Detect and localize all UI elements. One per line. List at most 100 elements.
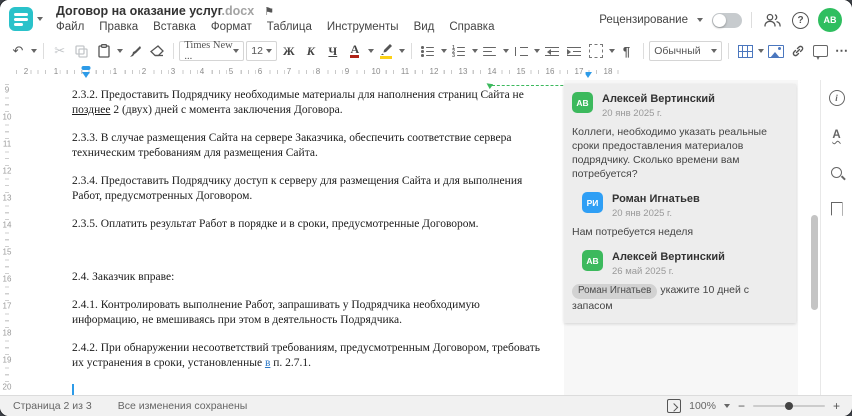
line-spacing-caret-icon[interactable] xyxy=(533,49,540,53)
highlight-caret-icon[interactable] xyxy=(398,49,405,53)
text-segment: 2.4.2. При обнаружении несоответствий тр… xyxy=(72,342,540,354)
menu-format[interactable]: Формат xyxy=(211,21,252,33)
vertical-ruler[interactable]: 9 10 11 12 13 14 15 16 17 18 19 20 xyxy=(0,80,14,396)
cut-button[interactable]: ✂ xyxy=(50,41,70,61)
line-spacing-icon xyxy=(514,46,528,57)
ruler-number: 15 xyxy=(514,67,528,76)
document-text[interactable]: 2.3.2. Предоставить Подрядчику необходим… xyxy=(72,88,542,404)
help-icon[interactable]: ? xyxy=(792,11,809,29)
underline-button[interactable]: Ч xyxy=(323,41,343,61)
copy-button[interactable] xyxy=(72,41,92,61)
flag-icon[interactable]: ⚑ xyxy=(264,6,274,18)
comment-reply[interactable]: АВ Алексей Вертинский 26 май 2025 г. Роман … xyxy=(572,250,788,313)
menu-file[interactable]: Файл xyxy=(56,21,84,33)
scrollbar-thumb[interactable] xyxy=(811,215,818,310)
menu-tools[interactable]: Инструменты xyxy=(327,21,399,33)
comment-author: Алексей Вертинский xyxy=(602,93,715,105)
search-icon[interactable] xyxy=(827,162,847,182)
highlight-color-button[interactable] xyxy=(376,41,396,61)
align-caret-icon[interactable] xyxy=(502,49,509,53)
numbered-list-button[interactable]: 123 xyxy=(449,41,469,61)
text-segment: 2.3.5. Оплатить результат Работ в порядк… xyxy=(72,218,479,230)
insert-table-caret-icon[interactable] xyxy=(758,49,764,53)
zoom-caret-icon[interactable] xyxy=(723,404,730,408)
ruler-number: 1 xyxy=(51,67,61,76)
bullet-list-icon xyxy=(421,46,435,57)
menu-edit[interactable]: Правка xyxy=(99,21,138,33)
decrease-indent-button[interactable] xyxy=(542,41,562,61)
italic-button[interactable]: К xyxy=(301,41,321,61)
undo-button[interactable]: ↶ xyxy=(8,41,28,61)
font-size-selector[interactable]: 12 xyxy=(246,41,277,61)
paste-button[interactable] xyxy=(94,41,114,61)
horizontal-ruler[interactable]: 2 1 1 2 3 4 5 6 7 8 9 10 11 12 13 14 15 16 17 18 xyxy=(0,64,852,81)
mention-chip[interactable]: Роман Игнатьев xyxy=(572,283,658,299)
font-name-value: Times New ... xyxy=(184,40,233,62)
paragraph: 2.3.5. Оплатить результат Работ в порядк… xyxy=(72,217,542,232)
bullet-list-button[interactable] xyxy=(418,41,438,61)
review-toggle-knob xyxy=(713,13,726,27)
text-segment: их устранения в сроки, установленные xyxy=(72,357,265,369)
increase-indent-button[interactable] xyxy=(564,41,584,61)
insert-comment-button[interactable] xyxy=(810,41,830,61)
text-line: их устранения в сроки, установленные в п… xyxy=(72,356,542,371)
toolbar: ↶ ✂ Times New ... 12 Ж К Ч А 123 ¶ Обычн… xyxy=(0,38,852,64)
first-line-indent-marker[interactable] xyxy=(82,72,90,78)
paste-icon xyxy=(98,44,110,58)
user-avatar[interactable]: АВ xyxy=(818,8,842,32)
paragraph-borders-icon xyxy=(588,44,603,58)
undo-caret-icon[interactable] xyxy=(31,49,37,53)
logo-menu-caret-icon[interactable] xyxy=(37,17,43,21)
zoom-slider-handle[interactable] xyxy=(784,402,793,410)
about-icon[interactable]: i xyxy=(827,88,847,108)
font-size-caret-icon xyxy=(265,49,272,53)
format-painter-button[interactable] xyxy=(125,41,145,61)
indent-marker-top[interactable] xyxy=(81,66,91,70)
paragraph-borders-button[interactable] xyxy=(586,41,606,61)
comment-thread[interactable]: АВ Алексей Вертинский 20 янв 2025 г. Коллег… xyxy=(564,84,796,323)
line-spacing-button[interactable] xyxy=(511,41,531,61)
show-marks-button[interactable]: ¶ xyxy=(617,41,637,61)
text-segment: п. 2.7.1. xyxy=(270,357,312,369)
style-selector[interactable]: Обычный xyxy=(649,41,723,61)
font-name-selector[interactable]: Times New ... xyxy=(179,40,245,62)
review-mode-caret-icon[interactable] xyxy=(697,18,703,22)
font-color-caret-icon[interactable] xyxy=(367,49,374,53)
app-logo-icon[interactable] xyxy=(9,7,33,31)
page-counter[interactable]: Страница 2 из 3 xyxy=(13,400,92,412)
zoom-in-button[interactable]: + xyxy=(833,399,840,413)
collaboration-users-icon[interactable] xyxy=(761,9,783,31)
bookmark-icon[interactable] xyxy=(827,199,847,219)
comment[interactable]: АВ Алексей Вертинский 20 янв 2025 г. Коллег… xyxy=(572,92,788,181)
insert-table-button[interactable] xyxy=(735,41,755,61)
menu-table[interactable]: Таблица xyxy=(267,21,312,33)
align-button[interactable] xyxy=(480,41,500,61)
paste-caret-icon[interactable] xyxy=(116,49,123,53)
status-bar: Страница 2 из 3 Все изменения сохранены … xyxy=(0,395,852,416)
clear-formatting-button[interactable] xyxy=(147,41,167,61)
bold-button[interactable]: Ж xyxy=(279,41,299,61)
bullet-list-caret-icon[interactable] xyxy=(440,49,447,53)
menu-insert[interactable]: Вставка xyxy=(153,21,196,33)
paragraph-borders-caret-icon[interactable] xyxy=(608,49,615,53)
comment-reply[interactable]: РИ Роман Игнатьев 20 янв 2025 г. Нам потреб… xyxy=(572,192,788,239)
scrollbar[interactable] xyxy=(811,80,818,396)
menu-view[interactable]: Вид xyxy=(414,21,435,33)
numbered-list-caret-icon[interactable] xyxy=(471,49,478,53)
font-color-button[interactable]: А xyxy=(345,41,365,61)
fit-page-icon[interactable] xyxy=(667,399,682,413)
review-toggle[interactable] xyxy=(712,12,742,28)
more-button[interactable]: ⋯ xyxy=(832,41,852,61)
menu-help[interactable]: Справка xyxy=(449,21,494,33)
style-caret-icon xyxy=(711,49,718,53)
zoom-out-button[interactable]: − xyxy=(738,399,745,413)
insert-link-button[interactable] xyxy=(788,41,808,61)
ruler-number: 9 xyxy=(342,67,352,76)
review-mode-label[interactable]: Рецензирование xyxy=(599,14,688,26)
ruler-number: 13 xyxy=(1,193,13,203)
insert-image-button[interactable] xyxy=(766,41,786,61)
zoom-value[interactable]: 100% xyxy=(689,400,716,412)
zoom-slider[interactable] xyxy=(752,402,825,410)
spellcheck-icon[interactable]: А xyxy=(827,125,847,145)
ruler-number: 7 xyxy=(284,67,294,76)
